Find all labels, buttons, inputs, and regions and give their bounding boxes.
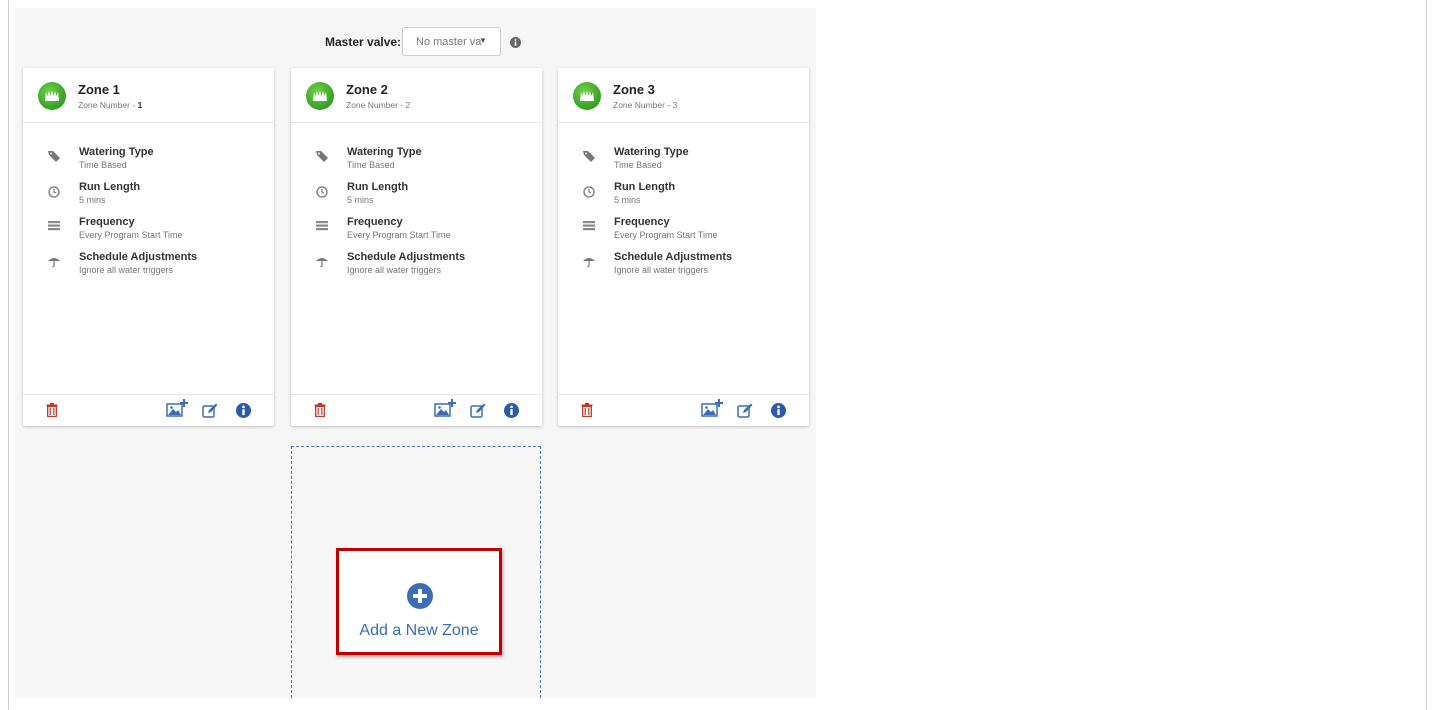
zone-grass-icon bbox=[306, 82, 334, 110]
info-icon[interactable] bbox=[504, 403, 519, 423]
zone-card-header: Zone 2 Zone Number - 2 bbox=[291, 68, 542, 123]
master-valve-select[interactable]: No master valve ▼ bbox=[402, 27, 501, 56]
frequency-icon bbox=[315, 219, 329, 233]
add-image-icon[interactable] bbox=[434, 399, 456, 422]
info-icon[interactable] bbox=[771, 403, 786, 423]
plus-circle-icon bbox=[407, 583, 433, 614]
zone-card: Zone 2 Zone Number - 2 Watering Type Tim… bbox=[291, 68, 542, 426]
master-valve-selected: No master valve bbox=[416, 36, 482, 48]
delete-icon[interactable] bbox=[46, 403, 58, 422]
property-run-length: Run Length 5 mins bbox=[558, 181, 809, 215]
property-frequency: Frequency Every Program Start Time bbox=[23, 216, 274, 250]
zone-grass-icon bbox=[38, 82, 66, 110]
umbrella-icon bbox=[47, 254, 61, 268]
tag-icon bbox=[315, 149, 329, 163]
delete-icon[interactable] bbox=[581, 403, 593, 422]
zone-card: Zone 1 Zone Number - 1 Watering Type Tim… bbox=[23, 68, 274, 426]
umbrella-icon bbox=[582, 254, 596, 268]
zones-panel: Master valve: No master valve ▼ Zone 1 Z… bbox=[15, 8, 816, 698]
dropdown-caret-icon: ▼ bbox=[479, 36, 487, 45]
info-icon[interactable] bbox=[236, 403, 251, 423]
property-frequency: Frequency Every Program Start Time bbox=[558, 216, 809, 250]
clock-icon bbox=[47, 184, 61, 198]
zone-card-actions bbox=[291, 394, 542, 427]
master-valve-label: Master valve: bbox=[325, 35, 402, 49]
delete-icon[interactable] bbox=[314, 403, 326, 422]
property-run-length: Run Length 5 mins bbox=[291, 181, 542, 215]
zone-card-header: Zone 3 Zone Number - 3 bbox=[558, 68, 809, 123]
zone-number: Zone Number - 2 bbox=[346, 100, 411, 110]
zone-title: Zone 3 bbox=[613, 82, 655, 97]
right-border-line bbox=[1426, 0, 1427, 710]
property-run-length: Run Length 5 mins bbox=[23, 181, 274, 215]
frequency-icon bbox=[582, 219, 596, 233]
zone-number: Zone Number - 3 bbox=[613, 100, 678, 110]
clock-icon bbox=[582, 184, 596, 198]
tag-icon bbox=[47, 149, 61, 163]
frequency-icon bbox=[47, 219, 61, 233]
zone-card-header: Zone 1 Zone Number - 1 bbox=[23, 68, 274, 123]
property-schedule-adjustments: Schedule Adjustments Ignore all water tr… bbox=[291, 251, 542, 285]
property-watering-type: Watering Type Time Based bbox=[291, 146, 542, 180]
master-valve-row: Master valve: No master valve ▼ bbox=[15, 26, 816, 56]
edit-icon[interactable] bbox=[470, 403, 486, 423]
property-watering-type: Watering Type Time Based bbox=[558, 146, 809, 180]
info-circle-icon[interactable] bbox=[510, 35, 521, 53]
umbrella-icon bbox=[315, 254, 329, 268]
zone-title: Zone 2 bbox=[346, 82, 388, 97]
tag-icon bbox=[582, 149, 596, 163]
edit-icon[interactable] bbox=[737, 403, 753, 423]
zone-title: Zone 1 bbox=[78, 82, 120, 97]
add-image-icon[interactable] bbox=[166, 399, 188, 422]
zone-number: Zone Number - 1 bbox=[78, 100, 143, 110]
zone-grass-icon bbox=[573, 82, 601, 110]
property-schedule-adjustments: Schedule Adjustments Ignore all water tr… bbox=[23, 251, 274, 285]
add-zone-dropzone[interactable]: Add a New Zone bbox=[291, 446, 541, 698]
zone-card-actions bbox=[558, 394, 809, 427]
left-border-line bbox=[8, 0, 9, 710]
zone-card: Zone 3 Zone Number - 3 Watering Type Tim… bbox=[558, 68, 809, 426]
clock-icon bbox=[315, 184, 329, 198]
property-watering-type: Watering Type Time Based bbox=[23, 146, 274, 180]
property-frequency: Frequency Every Program Start Time bbox=[291, 216, 542, 250]
zone-card-actions bbox=[23, 394, 274, 427]
add-zone-label: Add a New Zone bbox=[359, 622, 479, 639]
add-zone-button[interactable]: Add a New Zone bbox=[336, 548, 502, 655]
add-image-icon[interactable] bbox=[701, 399, 723, 422]
edit-icon[interactable] bbox=[202, 403, 218, 423]
property-schedule-adjustments: Schedule Adjustments Ignore all water tr… bbox=[558, 251, 809, 285]
